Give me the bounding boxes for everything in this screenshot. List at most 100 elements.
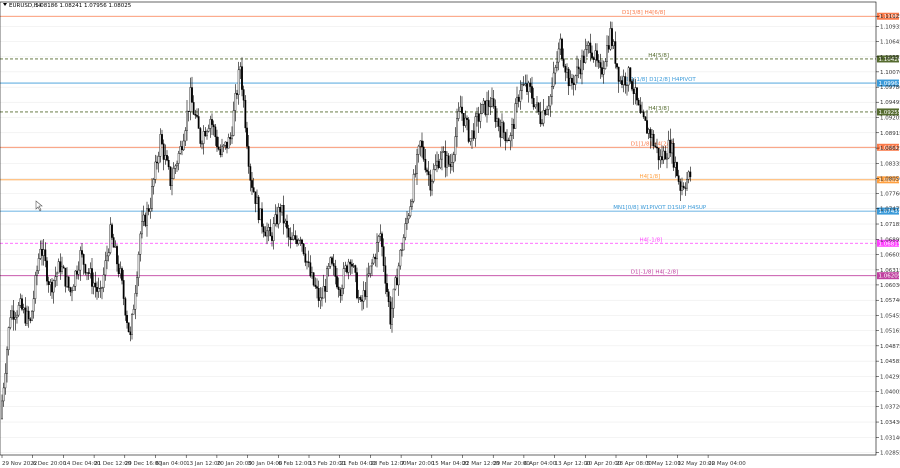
candle-body <box>69 287 72 293</box>
y-tick-label: 1.11125 <box>880 14 900 20</box>
candle-body <box>164 155 167 160</box>
candle-body <box>422 146 425 160</box>
candle-body <box>114 246 117 248</box>
candle-body <box>241 66 243 90</box>
candle-body <box>427 171 430 175</box>
candle-body <box>381 233 383 247</box>
y-tick-label: 1.08625 <box>880 146 900 152</box>
candle-body <box>547 105 550 110</box>
candle-body <box>249 166 252 181</box>
candle-body <box>529 82 532 87</box>
candle-body <box>137 254 140 278</box>
candle-body <box>622 76 625 85</box>
candle-body <box>551 86 553 97</box>
candle-body <box>301 239 303 244</box>
candle-body <box>671 143 673 154</box>
candle-body <box>121 268 123 281</box>
candle-body <box>246 127 248 147</box>
candle-body <box>32 298 35 312</box>
candle-body <box>449 164 452 167</box>
candle-body <box>96 287 98 292</box>
candle-body <box>336 276 338 288</box>
candle-body <box>179 146 182 154</box>
candle-body <box>626 84 628 86</box>
candle-body <box>7 327 10 350</box>
candle-body <box>136 277 138 294</box>
candle-body <box>107 252 110 257</box>
candle-body <box>371 262 373 267</box>
candle-body <box>321 297 323 299</box>
candle-body <box>599 62 602 68</box>
candle-body <box>431 181 433 191</box>
candle-body <box>509 135 512 142</box>
price-chart[interactable]: D1[3/8] H4[6/8]1.11064H4[5/8]1.10426MN1[… <box>0 0 900 468</box>
candle-body <box>556 61 558 68</box>
candle-body <box>661 156 663 161</box>
candle-body <box>276 214 278 225</box>
candle-body <box>532 98 535 108</box>
candle-body <box>307 261 310 263</box>
candle-body <box>39 248 42 259</box>
candle-body <box>689 171 692 178</box>
candle-body <box>122 280 125 299</box>
candle-body <box>14 317 17 320</box>
candle-body <box>459 106 462 112</box>
candle-body <box>101 287 103 289</box>
candle-body <box>144 214 147 226</box>
candle-body <box>344 265 347 269</box>
candle-body <box>132 308 135 315</box>
candle-body <box>621 80 623 85</box>
candle-body <box>419 140 422 147</box>
y-tick-label: 1.04585 <box>880 359 900 365</box>
candle-body <box>586 45 588 50</box>
candle-body <box>157 156 160 164</box>
y-tick-label: 1.04295 <box>880 374 900 380</box>
candle-body <box>124 298 127 316</box>
candle-body <box>361 299 363 302</box>
plot-frame <box>0 1 877 456</box>
candle-body <box>564 66 567 73</box>
candle-body <box>557 48 560 63</box>
candle-body <box>634 87 637 94</box>
candle-body <box>376 242 378 260</box>
level-label: H4[3/8] <box>648 106 669 112</box>
candle-body <box>191 87 193 103</box>
candle-body <box>579 68 582 75</box>
candle-body <box>274 214 277 224</box>
candle-body <box>394 277 397 290</box>
candle-body <box>491 98 493 107</box>
candle-body <box>22 307 25 310</box>
y-tick-label: 1.08050 <box>880 176 900 182</box>
candle-body <box>267 227 270 232</box>
candle-body <box>396 277 398 286</box>
candle-body <box>521 84 523 91</box>
candle-body <box>27 310 30 320</box>
candle-body <box>384 265 387 284</box>
candle-body <box>456 118 458 137</box>
candle-body <box>194 114 197 116</box>
candle-body <box>446 155 448 168</box>
y-tick-label: 1.06315 <box>880 268 900 274</box>
candle-body <box>152 179 155 187</box>
candle-body <box>154 161 157 180</box>
y-tick-label: 1.09205 <box>880 115 900 121</box>
candle-body <box>116 246 118 265</box>
triangle-down-icon[interactable] <box>3 3 7 6</box>
candle-body <box>366 274 368 297</box>
candle-body <box>1 400 3 419</box>
candle-body <box>11 310 13 318</box>
y-tick-label: 1.07185 <box>880 222 900 228</box>
candle-body <box>106 255 108 261</box>
candle-body <box>646 120 648 134</box>
candle-body <box>242 89 245 101</box>
y-tick-label: 1.09780 <box>880 85 900 91</box>
candle-body <box>662 150 665 161</box>
candle-body <box>356 272 358 299</box>
candle-body <box>319 297 322 301</box>
candle-body <box>71 290 73 293</box>
candle-body <box>571 77 573 84</box>
candle-body <box>316 286 318 289</box>
candle-body <box>4 373 7 389</box>
candle-body <box>379 233 382 237</box>
candle-body <box>162 143 165 160</box>
